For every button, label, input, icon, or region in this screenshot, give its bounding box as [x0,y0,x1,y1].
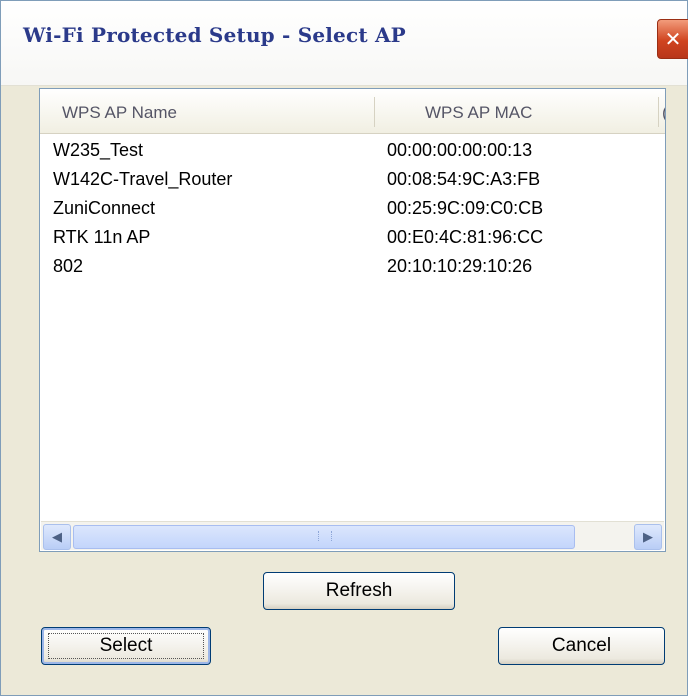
ap-name: W235_Test [53,140,144,160]
ap-name: RTK 11n AP [53,227,151,247]
ap-list[interactable]: WPS AP Name WPS AP MAC ( W235_Test 00:00… [39,88,666,552]
refresh-button[interactable]: Refresh [263,572,455,610]
list-item[interactable]: 802 20:10:10:29:10:26 [40,256,665,280]
grip-icon [318,531,332,541]
ap-mac: 20:10:10:29:10:26 [387,256,533,276]
select-button[interactable]: Select [41,627,211,665]
ap-name: W142C-Travel_Router [53,169,233,189]
column-header-ap-mac[interactable]: WPS AP MAC [425,103,532,123]
list-item[interactable]: ZuniConnect 00:25:9C:09:C0:CB [40,198,665,222]
chevron-right-icon: ▶ [643,529,653,545]
title-bar[interactable]: Wi-Fi Protected Setup - Select AP ✕ [1,1,688,86]
horizontal-scrollbar[interactable]: ◀ ▶ [41,521,664,550]
ap-name: ZuniConnect [53,198,156,218]
ap-name: 802 [53,256,84,276]
wps-select-ap-dialog: Wi-Fi Protected Setup - Select AP ✕ WPS … [0,0,688,696]
scroll-left-button[interactable]: ◀ [43,524,71,550]
focus-rectangle [48,633,204,659]
list-header: WPS AP Name WPS AP MAC ( [40,89,665,134]
scrollbar-thumb[interactable] [73,525,575,549]
list-item[interactable]: W142C-Travel_Router 00:08:54:9C:A3:FB [40,169,665,193]
close-button[interactable]: ✕ [657,19,688,59]
list-item[interactable]: W235_Test 00:00:00:00:00:13 [40,140,665,164]
ap-mac: 00:00:00:00:00:13 [387,140,533,160]
list-item[interactable]: RTK 11n AP 00:E0:4C:81:96:CC [40,227,665,251]
chevron-left-icon: ◀ [52,529,62,545]
cancel-button-label: Cancel [551,635,612,656]
close-icon: ✕ [664,27,682,51]
column-header-truncated[interactable]: ( [662,103,665,123]
ap-mac: 00:25:9C:09:C0:CB [387,198,544,218]
column-separator[interactable] [374,97,375,127]
column-separator[interactable] [658,97,659,127]
cancel-button[interactable]: Cancel [498,627,665,665]
refresh-button-label: Refresh [325,580,393,601]
scroll-right-button[interactable]: ▶ [634,524,662,550]
ap-mac: 00:08:54:9C:A3:FB [387,169,541,189]
column-header-ap-name[interactable]: WPS AP Name [62,103,177,123]
dialog-title: Wi-Fi Protected Setup - Select AP [23,23,406,47]
ap-mac: 00:E0:4C:81:96:CC [387,227,544,247]
